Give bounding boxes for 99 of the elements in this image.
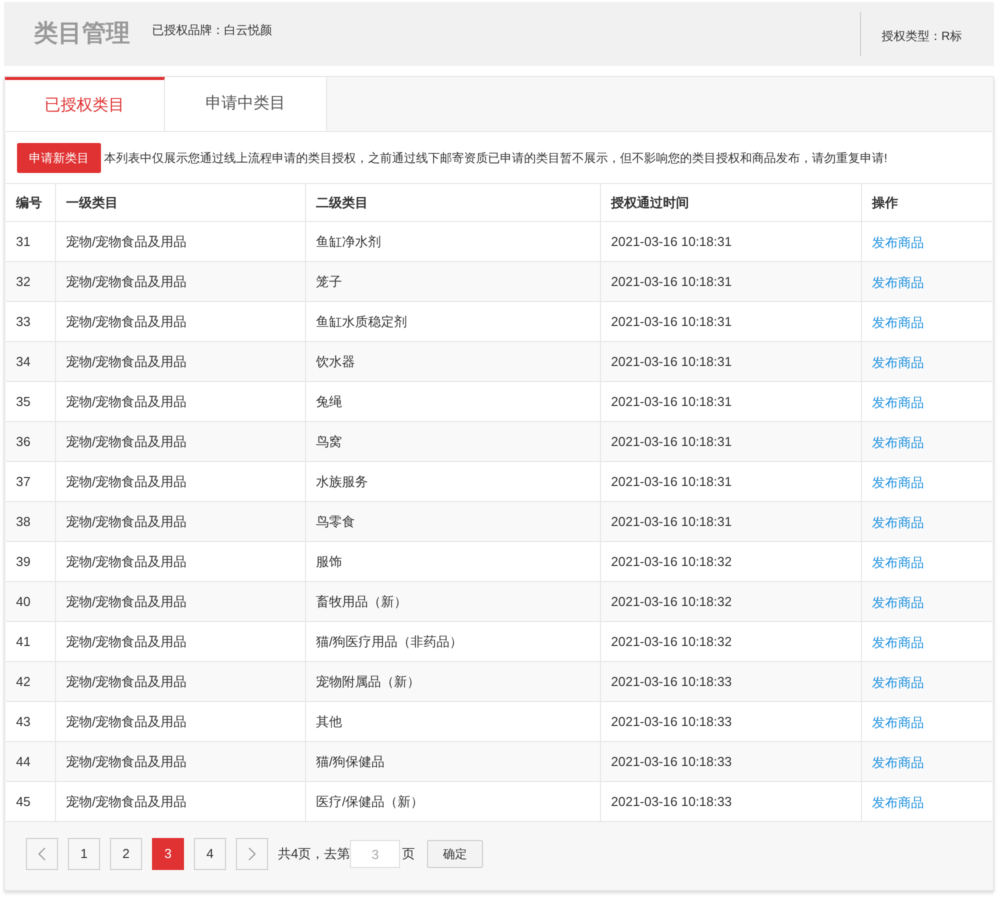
page-button[interactable]: 2 xyxy=(110,838,142,870)
table-cell-text: 2021-03-16 10:18:32 xyxy=(611,592,732,611)
table-cell-text: 畜牧用品（新） xyxy=(316,592,407,611)
table-cell-text: 宠物/宠物食品及用品 xyxy=(66,272,187,291)
brand-label: 已授权品牌：白云悦颜 xyxy=(152,22,272,39)
table-cell-text: 宠物/宠物食品及用品 xyxy=(66,712,187,731)
table-cell-text: 2021-03-16 10:18:31 xyxy=(611,312,732,331)
page-button[interactable]: 1 xyxy=(68,838,100,870)
publish-link[interactable]: 发布商品 xyxy=(872,712,924,732)
table-cell-text: 2021-03-16 10:18:33 xyxy=(611,792,732,811)
table-cell-text: 兔绳 xyxy=(316,392,342,411)
table-cell-text: 2021-03-16 10:18:31 xyxy=(611,392,732,411)
table-cell-text: 38 xyxy=(16,512,30,531)
total-pages-label: 共4页，去第 xyxy=(278,845,350,864)
page-button[interactable]: 3 xyxy=(152,838,184,870)
table-cell-text: 猫/狗医疗用品（非药品） xyxy=(316,632,463,651)
table-cell-text: 35 xyxy=(16,392,30,411)
table-cell-text: 宠物/宠物食品及用品 xyxy=(66,672,187,691)
publish-link[interactable]: 发布商品 xyxy=(872,512,924,532)
table-cell-text: 36 xyxy=(16,432,30,451)
publish-link[interactable]: 发布商品 xyxy=(872,592,924,612)
table-cell-text: 宠物/宠物食品及用品 xyxy=(66,792,187,811)
publish-link[interactable]: 发布商品 xyxy=(872,632,924,652)
column-header: 二级类目 xyxy=(316,194,368,212)
table-cell-text: 39 xyxy=(16,552,30,571)
tab[interactable]: 已授权类目 xyxy=(5,77,165,132)
table-cell-text: 2021-03-16 10:18:31 xyxy=(611,472,732,491)
page-button[interactable]: 4 xyxy=(194,838,226,870)
publish-link[interactable]: 发布商品 xyxy=(872,472,924,492)
table-cell-text: 2021-03-16 10:18:32 xyxy=(611,632,732,651)
publish-link[interactable]: 发布商品 xyxy=(872,312,924,332)
chevron-left-icon xyxy=(38,847,46,861)
table-cell-text: 宠物/宠物食品及用品 xyxy=(66,752,187,771)
table-cell-text: 2021-03-16 10:18:31 xyxy=(611,352,732,371)
table-cell-text: 2021-03-16 10:18:32 xyxy=(611,552,732,571)
table-cell-text: 42 xyxy=(16,672,30,691)
table-cell-text: 医疗/保健品（新） xyxy=(316,792,424,811)
table-cell-text: 宠物/宠物食品及用品 xyxy=(66,392,187,411)
publish-link[interactable]: 发布商品 xyxy=(872,552,924,572)
table-cell-text: 44 xyxy=(16,752,30,771)
page-title: 类目管理 xyxy=(34,19,130,49)
prev-page-button[interactable] xyxy=(26,838,58,870)
table-cell-text: 宠物/宠物食品及用品 xyxy=(66,632,187,651)
auth-type-label: 授权类型：R标 xyxy=(881,28,962,45)
table-cell-text: 鸟零食 xyxy=(316,512,355,531)
publish-link[interactable]: 发布商品 xyxy=(872,792,924,812)
table-cell-text: 43 xyxy=(16,712,30,731)
table-cell-text: 2021-03-16 10:18:33 xyxy=(611,672,732,691)
apply-category-button[interactable]: 申请新类目 xyxy=(17,142,101,172)
table-cell-text: 2021-03-16 10:18:31 xyxy=(611,232,732,251)
table-cell-text: 宠物/宠物食品及用品 xyxy=(66,352,187,371)
publish-link[interactable]: 发布商品 xyxy=(872,432,924,452)
publish-link[interactable]: 发布商品 xyxy=(872,392,924,412)
publish-link[interactable]: 发布商品 xyxy=(872,232,924,252)
publish-link[interactable]: 发布商品 xyxy=(872,672,924,692)
confirm-button[interactable]: 确定 xyxy=(427,840,484,868)
table-cell-text: 32 xyxy=(16,272,30,291)
table-cell-text: 服饰 xyxy=(316,552,342,571)
publish-link[interactable]: 发布商品 xyxy=(872,352,924,372)
table-cell-text: 宠物/宠物食品及用品 xyxy=(66,232,187,251)
table-cell-text: 鱼缸水质稳定剂 xyxy=(316,312,407,331)
table-cell-text: 41 xyxy=(16,632,30,651)
table-cell-text: 2021-03-16 10:18:31 xyxy=(611,272,732,291)
column-header: 编号 xyxy=(16,194,42,212)
next-page-button[interactable] xyxy=(236,838,268,870)
table-cell-text: 2021-03-16 10:18:33 xyxy=(611,752,732,771)
chevron-right-icon xyxy=(248,847,256,861)
page-suffix: 页 xyxy=(402,845,416,864)
table-cell-text: 宠物/宠物食品及用品 xyxy=(66,592,187,611)
table-cell-text: 2021-03-16 10:18:31 xyxy=(611,512,732,531)
table-cell-text: 饮水器 xyxy=(316,352,355,371)
table-cell-text: 2021-03-16 10:18:31 xyxy=(611,432,732,451)
table-cell-text: 宠物/宠物食品及用品 xyxy=(66,432,187,451)
table-cell-text: 宠物/宠物食品及用品 xyxy=(66,312,187,331)
table-cell-text: 2021-03-16 10:18:33 xyxy=(611,712,732,731)
table-cell-text: 宠物/宠物食品及用品 xyxy=(66,552,187,571)
table-cell-text: 37 xyxy=(16,472,30,491)
table-cell-text: 鱼缸净水剂 xyxy=(316,232,381,251)
table-cell-text: 45 xyxy=(16,792,30,811)
column-header: 操作 xyxy=(872,194,898,212)
table-cell-text: 33 xyxy=(16,312,30,331)
table-cell-text: 34 xyxy=(16,352,30,371)
page-input[interactable]: 3 xyxy=(350,840,400,868)
table-cell-text: 其他 xyxy=(316,712,342,731)
table-cell-text: 宠物/宠物食品及用品 xyxy=(66,512,187,531)
publish-link[interactable]: 发布商品 xyxy=(872,272,924,292)
column-header: 一级类目 xyxy=(66,194,118,212)
table-cell-text: 猫/狗保健品 xyxy=(316,752,385,771)
publish-link[interactable]: 发布商品 xyxy=(872,752,924,772)
table-cell-text: 40 xyxy=(16,592,30,611)
table-cell-text: 笼子 xyxy=(316,272,342,291)
table-cell-text: 31 xyxy=(16,232,30,251)
table-cell-text: 宠物附属品（新） xyxy=(316,672,420,691)
table-cell-text: 宠物/宠物食品及用品 xyxy=(66,472,187,491)
tab[interactable]: 申请中类目 xyxy=(165,77,327,131)
notice-text: 本列表中仅展示您通过线上流程申请的类目授权，之前通过线下邮寄资质已申请的类目暂不展示，但不影响您的类目授权和商品发布，请勿重复申请! xyxy=(104,150,888,166)
table-cell-text: 鸟窝 xyxy=(316,432,342,451)
column-header: 授权通过时间 xyxy=(611,194,689,212)
table-cell-text: 水族服务 xyxy=(316,472,368,491)
